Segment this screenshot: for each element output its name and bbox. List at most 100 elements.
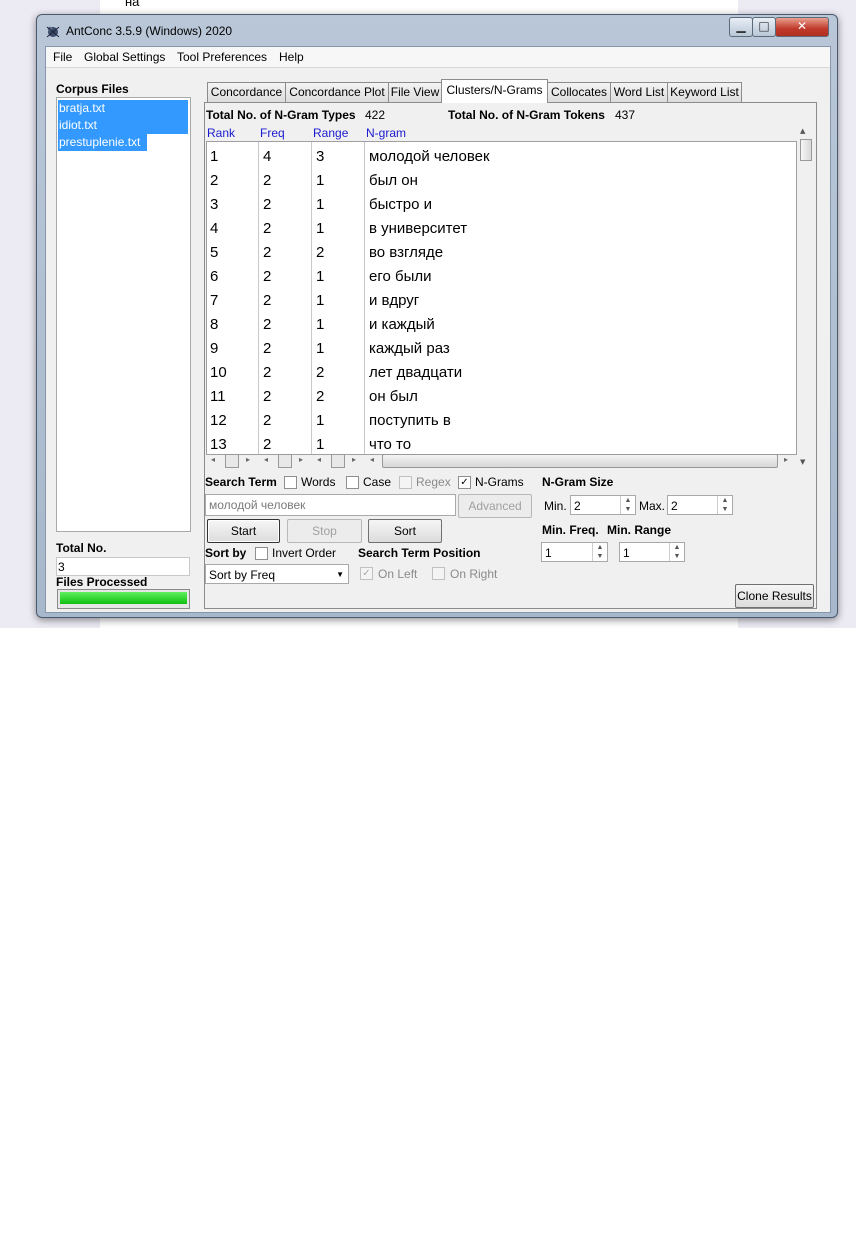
ngram-min-spinner-icon[interactable]: ▲ ▼ bbox=[620, 496, 635, 514]
tab-word-list[interactable]: Word List bbox=[610, 82, 668, 102]
table-row[interactable]: 1 4 3 молодой человек bbox=[207, 148, 796, 172]
vertical-scroll-thumb[interactable] bbox=[800, 139, 812, 161]
ngram-results-table[interactable]: 1 4 3 молодой человек 2 2 1 был он 3 2 1 быстро и 4 2… bbox=[206, 141, 797, 455]
on-right-checkbox[interactable] bbox=[432, 567, 445, 580]
tab-concordance-plot[interactable]: Concordance Plot bbox=[285, 82, 389, 102]
minimize-button[interactable]: ▁ bbox=[729, 17, 753, 37]
range-cell: 1 bbox=[316, 220, 325, 237]
hscroll-right-arrow-icon[interactable]: ▸ bbox=[352, 455, 356, 464]
corpus-files-label: Corpus Files bbox=[56, 82, 129, 96]
table-row[interactable]: 5 2 2 во взгляде bbox=[207, 244, 796, 268]
ngram-max-spinner-icon[interactable]: ▲ ▼ bbox=[717, 496, 732, 514]
case-label: Case bbox=[363, 475, 392, 489]
tab-file-view[interactable]: File View bbox=[388, 82, 442, 102]
table-row[interactable]: 7 2 1 и вдруг bbox=[207, 292, 796, 316]
maximize-button[interactable]: □ bbox=[752, 17, 776, 37]
total-no-field: 3 bbox=[56, 557, 190, 576]
files-processed-progress bbox=[57, 589, 190, 609]
column-header-ngram[interactable]: N-gram bbox=[366, 126, 406, 140]
table-row[interactable]: 2 2 1 был он bbox=[207, 172, 796, 196]
hscroll-thumb[interactable] bbox=[382, 454, 778, 468]
sort-button[interactable]: Sort bbox=[368, 519, 442, 543]
invert-order-checkbox[interactable] bbox=[255, 547, 268, 560]
min-range-spinner-icon[interactable]: ▲ ▼ bbox=[669, 543, 684, 561]
scroll-up-arrow-icon[interactable]: ▲ bbox=[800, 127, 805, 135]
hscroll-left-arrow-icon[interactable]: ◂ bbox=[317, 455, 321, 464]
table-row[interactable]: 3 2 1 быстро и bbox=[207, 196, 796, 220]
table-row[interactable]: 10 2 2 лет двадцати bbox=[207, 364, 796, 388]
ngram-cell: он был bbox=[369, 388, 418, 405]
stop-button[interactable]: Stop bbox=[287, 519, 362, 543]
min-freq-spinner-icon[interactable]: ▲ ▼ bbox=[592, 543, 607, 561]
ngram-cell: и каждый bbox=[369, 316, 435, 333]
range-cell: 2 bbox=[316, 244, 325, 261]
client-area: File Global Settings Tool Preferences He… bbox=[45, 46, 831, 613]
table-row[interactable]: 4 2 1 в университет bbox=[207, 220, 796, 244]
freq-cell: 4 bbox=[263, 148, 272, 165]
hscroll-right-arrow-icon[interactable]: ▸ bbox=[246, 455, 250, 464]
ngram-cell: лет двадцати bbox=[369, 364, 463, 381]
column-horizontal-scrollbars[interactable]: ◂ ▸ ◂ ▸ ◂ ▸ ◂ ▸ bbox=[206, 454, 796, 470]
column-header-range[interactable]: Range bbox=[313, 126, 348, 140]
hscroll-right-arrow-icon[interactable]: ▸ bbox=[299, 455, 303, 464]
scroll-down-arrow-icon[interactable]: ▼ bbox=[800, 458, 805, 466]
corpus-file-item[interactable]: prestuplenie.txt bbox=[58, 134, 147, 151]
table-row[interactable]: 12 2 1 поступить в bbox=[207, 412, 796, 436]
total-no-label: Total No. bbox=[56, 541, 107, 555]
table-row[interactable]: 6 2 1 его были bbox=[207, 268, 796, 292]
case-checkbox[interactable] bbox=[346, 476, 359, 489]
range-cell: 1 bbox=[316, 268, 325, 285]
ngram-cell: что то bbox=[369, 436, 412, 453]
tab-keyword-list[interactable]: Keyword List bbox=[667, 82, 742, 102]
ngram-tokens-label: Total No. of N-Gram Tokens bbox=[448, 108, 605, 122]
dropdown-arrow-icon[interactable]: ▼ bbox=[336, 565, 344, 585]
min-freq-input[interactable]: 1 ▲ ▼ bbox=[541, 542, 608, 562]
hscroll-thumb[interactable] bbox=[331, 454, 345, 468]
ngrams-checkbox[interactable]: ✓ bbox=[458, 476, 471, 489]
start-button[interactable]: Start bbox=[207, 519, 280, 543]
background-document-text: на bbox=[125, 0, 140, 9]
table-row[interactable]: 11 2 2 он был bbox=[207, 388, 796, 412]
clone-results-button[interactable]: Clone Results bbox=[735, 584, 814, 608]
sort-by-select[interactable]: Sort by Freq ▼ bbox=[205, 564, 349, 584]
search-term-label: Search Term bbox=[205, 475, 277, 489]
ngram-cell: и вдруг bbox=[369, 292, 420, 309]
corpus-files-list[interactable]: bratja.txt idiot.txt prestuplenie.txt bbox=[56, 97, 191, 532]
hscroll-thumb[interactable] bbox=[278, 454, 292, 468]
ngram-cell: быстро и bbox=[369, 196, 432, 213]
corpus-file-item[interactable]: idiot.txt bbox=[58, 117, 188, 134]
words-checkbox[interactable] bbox=[284, 476, 297, 489]
close-button[interactable]: ✕ bbox=[775, 17, 829, 37]
min-range-input[interactable]: 1 ▲ ▼ bbox=[619, 542, 685, 562]
title-bar[interactable]: AntConc 3.5.9 (Windows) 2020 ▁ □ ✕ bbox=[37, 15, 837, 45]
range-cell: 1 bbox=[316, 196, 325, 213]
table-row[interactable]: 9 2 1 каждый раз bbox=[207, 340, 796, 364]
results-vertical-scrollbar[interactable]: ▲ ▼ bbox=[797, 124, 814, 470]
column-header-rank[interactable]: Rank bbox=[207, 126, 235, 140]
freq-cell: 2 bbox=[263, 220, 272, 237]
column-header-freq[interactable]: Freq bbox=[260, 126, 285, 140]
menu-help[interactable]: Help bbox=[279, 50, 304, 64]
tab-collocates[interactable]: Collocates bbox=[547, 82, 611, 102]
hscroll-left-arrow-icon[interactable]: ◂ bbox=[264, 455, 268, 464]
menu-tool-preferences[interactable]: Tool Preferences bbox=[177, 50, 267, 64]
hscroll-left-arrow-icon[interactable]: ◂ bbox=[211, 455, 215, 464]
hscroll-right-arrow-icon[interactable]: ▸ bbox=[784, 455, 788, 464]
ngram-max-input[interactable]: 2 ▲ ▼ bbox=[667, 495, 733, 515]
tab-concordance[interactable]: Concordance bbox=[207, 82, 286, 102]
menu-file[interactable]: File bbox=[53, 50, 72, 64]
tab-clusters-ngrams[interactable]: Clusters/N-Grams bbox=[441, 79, 548, 103]
table-row[interactable]: 13 2 1 что то bbox=[207, 436, 796, 454]
on-left-checkbox[interactable]: ✓ bbox=[360, 567, 373, 580]
advanced-button[interactable]: Advanced bbox=[458, 494, 532, 518]
ngram-min-input[interactable]: 2 ▲ ▼ bbox=[570, 495, 636, 515]
corpus-file-item[interactable]: bratja.txt bbox=[58, 100, 188, 117]
regex-checkbox[interactable] bbox=[399, 476, 412, 489]
regex-label: Regex bbox=[416, 475, 451, 489]
table-row[interactable]: 8 2 1 и каждый bbox=[207, 316, 796, 340]
hscroll-left-arrow-icon[interactable]: ◂ bbox=[370, 455, 374, 464]
menu-global-settings[interactable]: Global Settings bbox=[84, 50, 165, 64]
ngram-tokens-value: 437 bbox=[615, 108, 636, 122]
hscroll-thumb[interactable] bbox=[225, 454, 239, 468]
search-term-input[interactable]: молодой человек bbox=[205, 494, 456, 516]
